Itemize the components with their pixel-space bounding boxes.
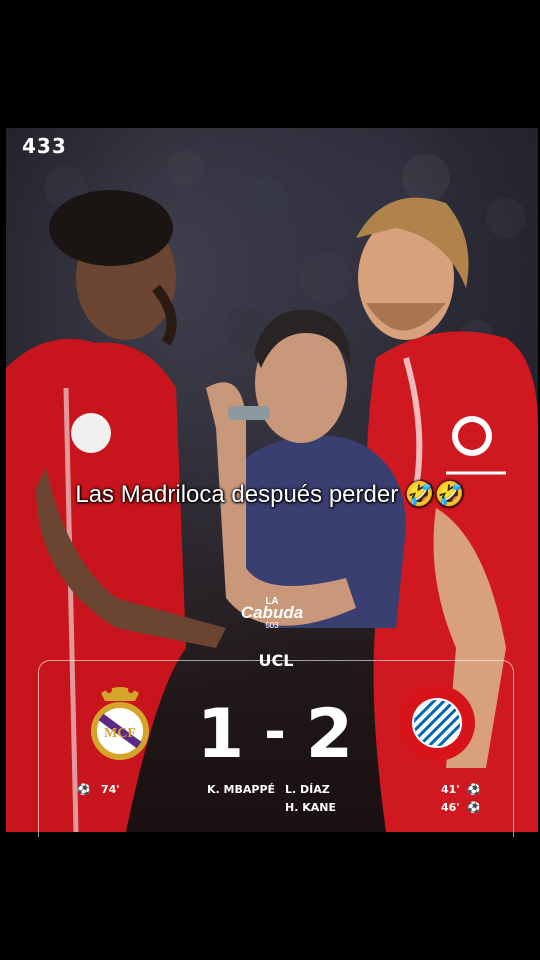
away-scorer-time: 46'	[441, 801, 460, 814]
score-card: UCL MCF 1-2 ⚽ 74' K. MBAPPÉ L. DÍAZ 41' …	[38, 651, 514, 837]
watermark-logo: LA Cabuda 503	[232, 596, 312, 630]
bayern-munich-crest-icon	[399, 685, 475, 761]
goal-ball-icon: ⚽	[467, 802, 481, 814]
center-man	[206, 309, 406, 628]
home-scorer-name: K. MBAPPÉ	[207, 783, 276, 796]
away-scorer-name: L. DÍAZ	[285, 783, 330, 796]
caption-text: Las Madriloca después perder 🤣🤣	[75, 481, 465, 508]
goal-ball-icon: ⚽	[467, 784, 481, 796]
away-scorer-time: 41'	[441, 783, 460, 796]
home-score: 1	[196, 695, 247, 774]
brand-logo: 433	[22, 134, 67, 158]
away-score: 2	[305, 695, 356, 774]
home-scorer-time: 74'	[101, 783, 120, 796]
score-separator: -	[264, 702, 288, 762]
watermark-main: Cabuda	[240, 603, 304, 622]
goal-ball-icon: ⚽	[77, 784, 91, 796]
competition-label: UCL	[258, 651, 294, 670]
away-scorer-name: H. KANE	[285, 801, 336, 814]
